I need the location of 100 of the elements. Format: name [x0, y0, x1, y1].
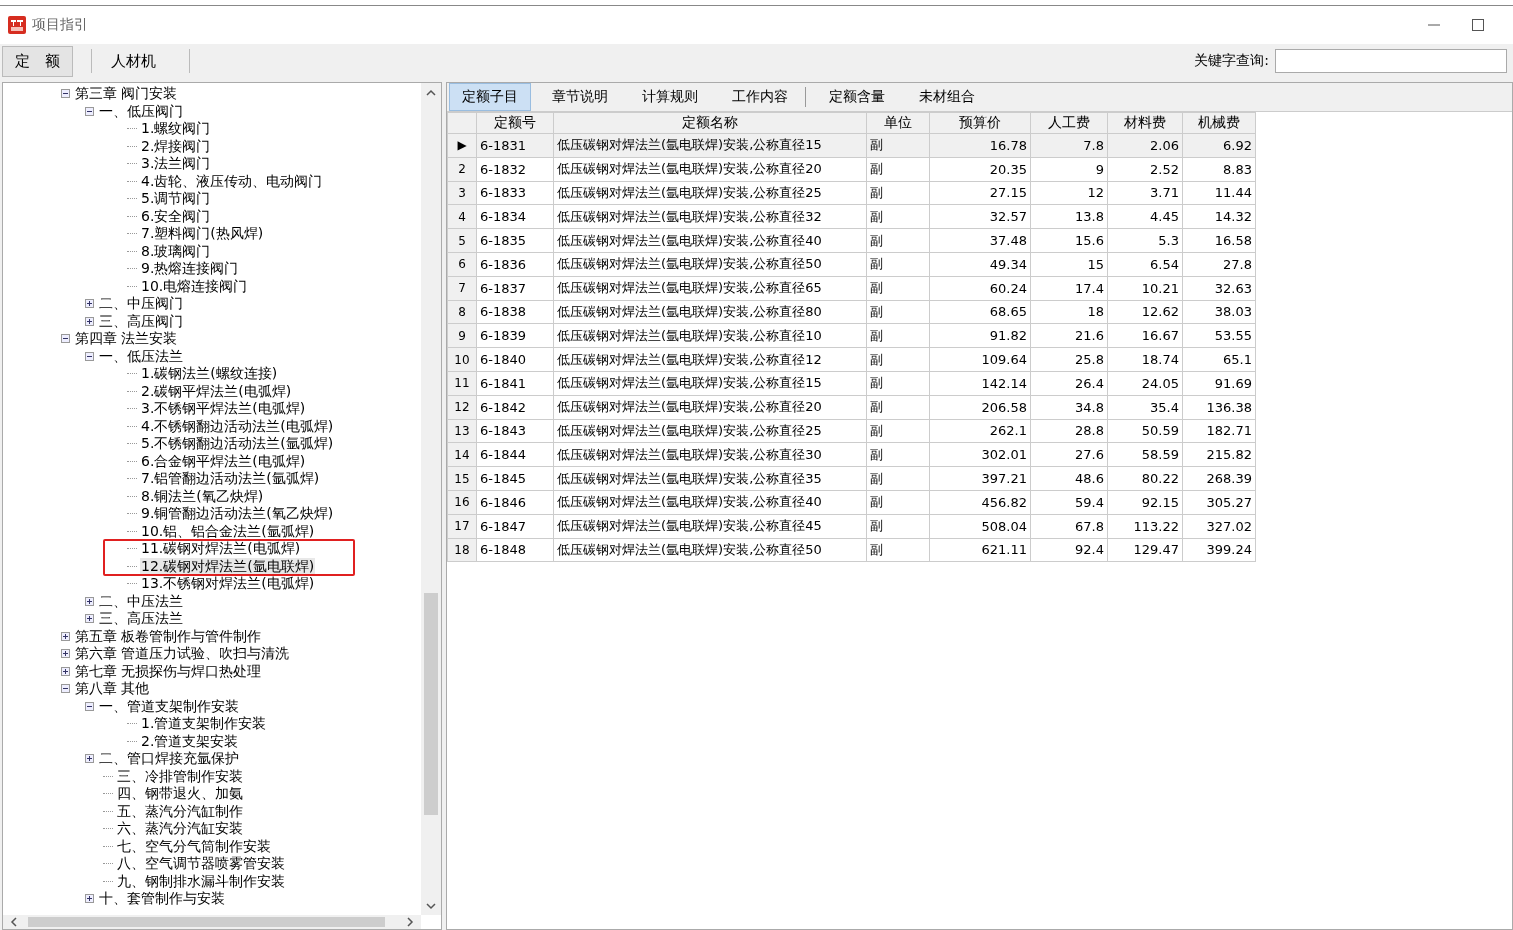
- expand-icon[interactable]: [61, 649, 70, 659]
- column-header[interactable]: 材料费: [1107, 112, 1183, 134]
- table-row[interactable]: 17 6-1847 低压碳钢对焊法兰(氩电联焊)安装,公称直径45 副 508.04 67.8 113.22 327.02: [447, 514, 1256, 539]
- table-row[interactable]: 12 6-1842 低压碳钢对焊法兰(氩电联焊)安装,公称直径20 副 206.58 34.8 35.4 136.38: [447, 395, 1256, 420]
- collapse-icon[interactable]: [61, 89, 70, 99]
- scrollbar-thumb[interactable]: [424, 593, 438, 815]
- scrollbar-thumb[interactable]: [28, 917, 385, 927]
- tree-item[interactable]: 13.不锈钢对焊法兰(电弧焊): [140, 575, 316, 593]
- tree-item[interactable]: 2.管道支架安装: [140, 732, 240, 750]
- tree-item[interactable]: 二、管口焊接充氩保护: [98, 750, 240, 768]
- table-row[interactable]: 16 6-1846 低压碳钢对焊法兰(氩电联焊)安装,公称直径40 副 456.82 59.4 92.15 305.27: [447, 490, 1256, 515]
- table-row[interactable]: 15 6-1845 低压碳钢对焊法兰(氩电联焊)安装,公称直径35 副 397.21 48.6 80.22 268.39: [447, 466, 1256, 491]
- table-row[interactable]: 8 6-1838 低压碳钢对焊法兰(氩电联焊)安装,公称直径80 副 68.65 18 12.62 38.03: [447, 300, 1256, 324]
- tree-item[interactable]: 第三章 阀门安装: [74, 85, 179, 103]
- tree-item[interactable]: 2.碳钢平焊法兰(电弧焊): [140, 382, 293, 400]
- table-row[interactable]: 6 6-1836 低压碳钢对焊法兰(氩电联焊)安装,公称直径50 副 49.34 15 6.54 27.8: [447, 252, 1256, 277]
- tree-item[interactable]: 10.铝、铝合金法兰(氩弧焊): [140, 522, 316, 540]
- column-header[interactable]: 定额名称: [553, 112, 867, 134]
- scroll-left-icon[interactable]: [9, 917, 19, 927]
- tree-item[interactable]: 7.塑料阀门(热风焊): [140, 225, 265, 243]
- column-header[interactable]: 人工费: [1030, 112, 1108, 134]
- expand-icon[interactable]: [85, 596, 94, 606]
- expand-icon[interactable]: [85, 894, 94, 904]
- tab[interactable]: 定额含量: [816, 83, 898, 111]
- table-row[interactable]: 3 6-1833 低压碳钢对焊法兰(氩电联焊)安装,公称直径25 副 27.15 12 3.71 11.44: [447, 181, 1256, 205]
- vertical-scrollbar[interactable]: [421, 83, 441, 915]
- tree-item[interactable]: 一、低压法兰: [98, 347, 184, 365]
- table-row[interactable]: 11 6-1841 低压碳钢对焊法兰(氩电联焊)安装,公称直径15 副 142.14 26.4 24.05 91.69: [447, 371, 1256, 396]
- scroll-up-icon[interactable]: [426, 88, 436, 98]
- tree-item[interactable]: 9.铜管翻边活动法兰(氧乙炔焊): [140, 505, 335, 523]
- collapse-icon[interactable]: [85, 701, 94, 711]
- table-row[interactable]: 13 6-1843 低压碳钢对焊法兰(氩电联焊)安装,公称直径25 副 262.1 28.8 50.59 182.71: [447, 419, 1256, 443]
- expand-icon[interactable]: [85, 299, 94, 309]
- tree-item[interactable]: 4.不锈钢翻边活动法兰(电弧焊): [140, 417, 335, 435]
- tree-item[interactable]: 三、高压法兰: [98, 610, 184, 628]
- tab[interactable]: 章节说明: [539, 83, 621, 111]
- expand-icon[interactable]: [61, 666, 70, 676]
- tree-item[interactable]: 三、高压阀门: [98, 312, 184, 330]
- tree-item[interactable]: 第六章 管道压力试验、吹扫与清洗: [74, 645, 291, 663]
- tree-item[interactable]: 第七章 无损探伤与焊口热处理: [74, 662, 263, 680]
- tree-item[interactable]: 一、低压阀门: [98, 102, 184, 120]
- tree-item[interactable]: 第八章 其他: [74, 680, 151, 698]
- table-row[interactable]: 9 6-1839 低压碳钢对焊法兰(氩电联焊)安装,公称直径10 副 91.82 21.6 16.67 53.55: [447, 323, 1256, 348]
- tree-item[interactable]: 1.螺纹阀门: [140, 120, 212, 138]
- tree-item[interactable]: 第五章 板卷管制作与管件制作: [74, 627, 263, 645]
- tree-item[interactable]: 4.齿轮、液压传动、电动阀门: [140, 172, 324, 190]
- tab[interactable]: 工作内容: [719, 83, 801, 111]
- collapse-icon[interactable]: [85, 351, 94, 361]
- tree-item[interactable]: 八、空气调节器喷雾管安装: [116, 855, 286, 873]
- collapse-icon[interactable]: [85, 106, 94, 116]
- horizontal-scrollbar[interactable]: [3, 915, 421, 929]
- expand-icon[interactable]: [85, 614, 94, 624]
- column-header[interactable]: 定额号: [476, 112, 554, 134]
- tree-item[interactable]: 7.铝管翻边活动法兰(氩弧焊): [140, 470, 321, 488]
- tree-item[interactable]: 11.碳钢对焊法兰(电弧焊): [140, 540, 302, 558]
- tab[interactable]: 定额子目: [449, 83, 531, 111]
- tree-item[interactable]: 五、蒸汽分汽缸制作: [116, 802, 244, 820]
- maximize-icon[interactable]: [1471, 18, 1485, 32]
- table-row[interactable]: 2 6-1832 低压碳钢对焊法兰(氩电联焊)安装,公称直径20 副 20.35 9 2.52 8.83: [447, 157, 1256, 182]
- tree-item[interactable]: 1.管道支架制作安装: [140, 715, 268, 733]
- tree-item[interactable]: 七、空气分气筒制作安装: [116, 837, 272, 855]
- table-row[interactable]: 18 6-1848 低压碳钢对焊法兰(氩电联焊)安装,公称直径50 副 621.11 92.4 129.47 399.24: [447, 538, 1256, 562]
- tree-item[interactable]: 6.安全阀门: [140, 207, 212, 225]
- tree-item[interactable]: 第四章 法兰安装: [74, 330, 179, 348]
- tree-item[interactable]: 六、蒸汽分汽缸安装: [116, 820, 244, 838]
- tree-item[interactable]: 9.热熔连接阀门: [140, 260, 240, 278]
- collapse-icon[interactable]: [61, 334, 70, 344]
- tree-item[interactable]: 10.电熔连接阀门: [140, 277, 249, 295]
- tree-item[interactable]: 3.法兰阀门: [140, 155, 212, 173]
- tree-item[interactable]: 3.不锈钢平焊法兰(电弧焊): [140, 400, 307, 418]
- tab[interactable]: 未材组合: [906, 83, 988, 111]
- tree-item[interactable]: 一、管道支架制作安装: [98, 697, 240, 715]
- table-row[interactable]: 4 6-1834 低压碳钢对焊法兰(氩电联焊)安装,公称直径32 副 32.57 13.8 4.45 14.32: [447, 204, 1256, 229]
- table-row[interactable]: ▶ 6-1831 低压碳钢对焊法兰(氩电联焊)安装,公称直径15 副 16.78 7.8 2.06 6.92: [447, 133, 1256, 158]
- scroll-right-icon[interactable]: [405, 917, 415, 927]
- table-row[interactable]: 7 6-1837 低压碳钢对焊法兰(氩电联焊)安装,公称直径65 副 60.24 17.4 10.21 32.63: [447, 276, 1256, 301]
- tree-item[interactable]: 1.碳钢法兰(螺纹连接): [140, 365, 279, 383]
- column-header[interactable]: 单位: [866, 112, 930, 134]
- expand-icon[interactable]: [61, 631, 70, 641]
- table-row[interactable]: 14 6-1844 低压碳钢对焊法兰(氩电联焊)安装,公称直径30 副 302.01 27.6 58.59 215.82: [447, 442, 1256, 467]
- search-field[interactable]: [1275, 49, 1507, 73]
- tree-item[interactable]: 二、中压法兰: [98, 592, 184, 610]
- expand-icon[interactable]: [85, 316, 94, 326]
- tree-item[interactable]: 三、冷排管制作安装: [116, 767, 244, 785]
- table-row[interactable]: 5 6-1835 低压碳钢对焊法兰(氩电联焊)安装,公称直径40 副 37.48 15.6 5.3 16.58: [447, 228, 1256, 253]
- tree-item[interactable]: 5.调节阀门: [140, 190, 212, 208]
- column-header[interactable]: 预算价: [929, 112, 1031, 134]
- tree-item[interactable]: 12.碳钢对焊法兰(氩电联焊): [140, 557, 316, 575]
- tree-item[interactable]: 四、钢带退火、加氨: [116, 785, 244, 803]
- column-header[interactable]: 机械费: [1182, 112, 1256, 134]
- collapse-icon[interactable]: [61, 684, 70, 694]
- tree-item[interactable]: 十、套管制作与安装: [98, 890, 226, 908]
- tree-item[interactable]: 二、中压阀门: [98, 295, 184, 313]
- tree-item[interactable]: 2.焊接阀门: [140, 137, 212, 155]
- tab[interactable]: 人材机: [96, 45, 171, 77]
- table-row[interactable]: 10 6-1840 低压碳钢对焊法兰(氩电联焊)安装,公称直径12 副 109.64 25.8 18.74 65.1: [447, 347, 1256, 372]
- scroll-down-icon[interactable]: [426, 901, 436, 911]
- tab[interactable]: 计算规则: [629, 83, 711, 111]
- tree-item[interactable]: 8.铜法兰(氧乙炔焊): [140, 487, 265, 505]
- tree-item[interactable]: 5.不锈钢翻边活动法兰(氩弧焊): [140, 435, 335, 453]
